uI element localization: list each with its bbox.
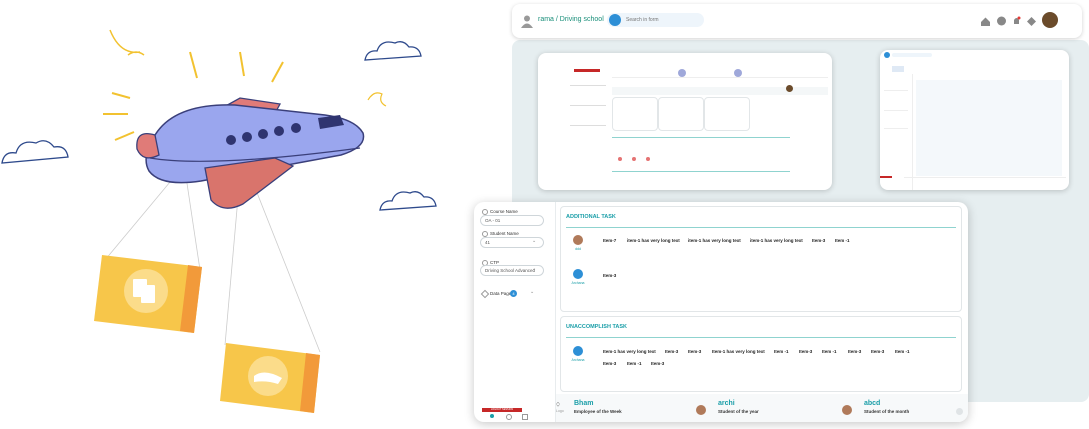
data-page-icon [480, 289, 490, 299]
main-dashboard-panel: Course Name OA - 01 Student Name 41 ⌄ CT… [474, 202, 968, 422]
task-item[interactable]: Item-7 [603, 238, 616, 243]
additional-task-card: ADDITIONAL TASK ddd Item-7 item-1 has ve… [560, 206, 962, 312]
settings-icon[interactable] [506, 414, 512, 420]
chevron-down-icon: ⌄ [532, 238, 537, 244]
task-item[interactable]: Item-3 [665, 349, 678, 354]
cloud-icon [364, 41, 422, 61]
task-item[interactable]: Item -1 [822, 349, 837, 354]
task-item[interactable]: item-1 has very long text [750, 238, 803, 243]
cloud-icon [1, 140, 69, 164]
task-item[interactable]: Item-3 [651, 361, 664, 366]
task-item[interactable]: Item-3 [812, 238, 825, 243]
search-icon[interactable] [609, 14, 621, 26]
honor-role: Student of the year [718, 409, 759, 414]
task-item[interactable]: Item-3 [848, 349, 861, 354]
chevron-down-icon[interactable]: ⌄ [530, 289, 534, 295]
chat-icon[interactable] [996, 16, 1007, 27]
avatar[interactable] [1042, 12, 1058, 28]
handshake-box-icon [220, 343, 320, 413]
page-title: rama / Driving school [538, 16, 604, 23]
top-navigation-bar: rama / Driving school [512, 4, 1082, 38]
unaccomplish-task-title: UNACCOMPLISH TASK [566, 324, 628, 330]
avatar [573, 346, 583, 356]
honors-bar: ⛭ Logo Bham Employee of the Week archi S… [556, 394, 968, 422]
info-icon[interactable] [522, 414, 528, 420]
task-item[interactable]: Item-1 has very long text [712, 349, 765, 354]
filter-sidebar: Course Name OA - 01 Student Name 41 ⌄ CT… [474, 202, 554, 422]
dashboard-thumbnail [538, 53, 832, 190]
data-page-count-badge: 4 [510, 290, 517, 297]
person-name: ddd [575, 247, 581, 251]
task-item[interactable]: Item-3 [799, 349, 812, 354]
honor-name: archi [718, 400, 735, 407]
data-page-label[interactable]: Data Page [490, 291, 511, 296]
task-item[interactable]: Item -1 [895, 349, 910, 354]
avatar [696, 405, 706, 415]
honor-role: Student of the month [864, 409, 910, 414]
course-name-label: Course Name [490, 209, 518, 214]
honor-name: abcd [864, 400, 881, 407]
additional-task-title: ADDITIONAL TASK [566, 214, 616, 220]
search-input[interactable] [626, 15, 702, 25]
person-name: Archana [571, 358, 585, 362]
student-name-label: Student Name [490, 231, 519, 236]
task-item[interactable]: Item-3 [688, 349, 701, 354]
avatar [573, 235, 583, 245]
task-item[interactable]: Item -1 [774, 349, 789, 354]
user-icon[interactable] [520, 14, 534, 28]
course-name-field[interactable]: OA - 01 [480, 215, 544, 226]
task-item[interactable]: Item-3 [603, 361, 616, 366]
chevron-down-icon: ⌄ [532, 266, 537, 272]
honor-role: Employee of the Week [574, 409, 622, 414]
task-item[interactable]: Item -1 [835, 238, 850, 243]
task-item[interactable]: Item -1 [627, 361, 642, 366]
task-item[interactable]: Item-1 has very long text [603, 349, 656, 354]
honor-name: Bham [574, 400, 594, 407]
footer-logo-text: Logo [556, 409, 564, 413]
cloud-icon [379, 191, 437, 211]
task-item[interactable]: item-1 has very long text [688, 238, 741, 243]
airplane-illustration [1, 29, 437, 413]
scroll-down-icon[interactable] [956, 408, 963, 415]
chat-thumbnail [880, 50, 1069, 190]
home-icon[interactable] [980, 16, 991, 27]
settings-icon[interactable] [1026, 16, 1037, 27]
home-icon[interactable] [490, 414, 494, 418]
person-name: Archana [571, 281, 585, 285]
avatar [842, 405, 852, 415]
document-box-icon [94, 255, 202, 333]
notification-bell-icon[interactable] [1011, 16, 1022, 27]
avatar [573, 269, 583, 279]
unaccomplish-task-card: UNACCOMPLISH TASK Archana Item-1 has ver… [560, 316, 962, 392]
task-item[interactable]: item-1 has very long text [627, 238, 680, 243]
logout-button[interactable]: LOGOUT SESSION [482, 408, 522, 412]
task-item[interactable]: Item-3 [871, 349, 884, 354]
task-item[interactable]: Item-3 [603, 273, 616, 278]
